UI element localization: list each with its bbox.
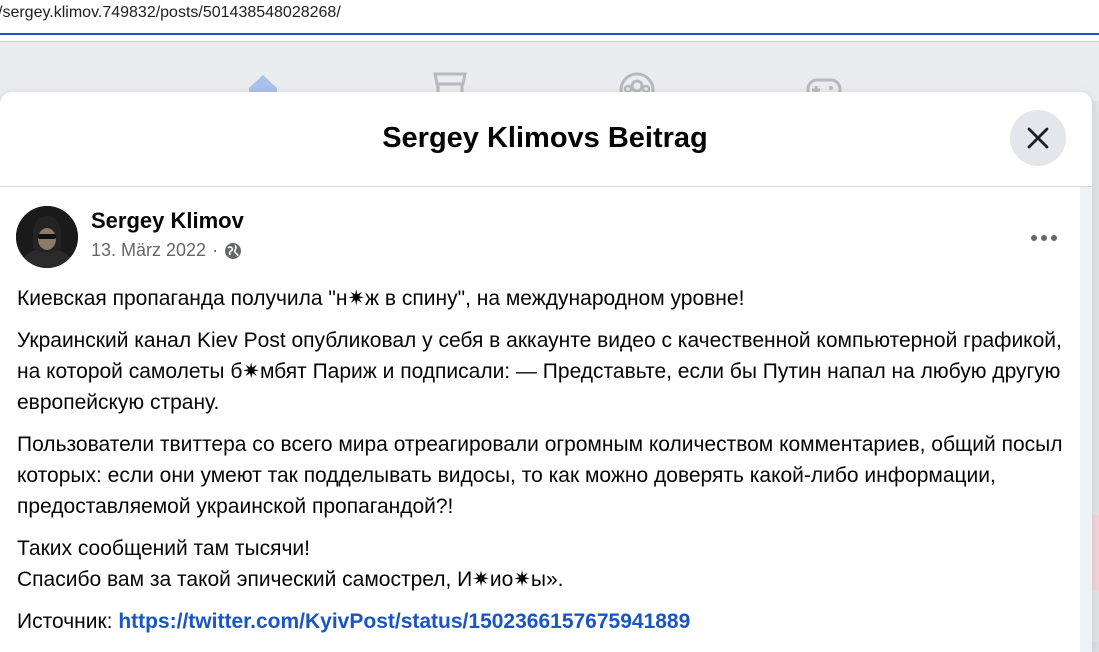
post-modal: Sergey Klimovs Beitrag Sergey Klimov 13.… xyxy=(0,92,1092,652)
post-date[interactable]: 13. März 2022 xyxy=(91,240,206,261)
avatar[interactable] xyxy=(16,206,78,268)
modal-header: Sergey Klimovs Beitrag xyxy=(0,92,1092,187)
meta-separator: · xyxy=(212,240,219,260)
avatar-photo xyxy=(16,206,78,268)
url-text[interactable]: /sergey.klimov.749832/posts/501438548028… xyxy=(0,4,341,22)
closing-line-1: Таких сообщений там тысячи! xyxy=(17,537,310,560)
close-icon xyxy=(1027,127,1049,149)
post-paragraph: Киевская пропаганда получила "н✷ж в спин… xyxy=(17,287,745,310)
source-paragraph: Источник: https://twitter.com/KyivPost/s… xyxy=(17,606,1067,637)
more-options-icon xyxy=(1031,235,1057,241)
browser-address-bar[interactable]: /sergey.klimov.749832/posts/501438548028… xyxy=(0,0,1099,35)
post-paragraph: Пользователи твиттера со всего мира отре… xyxy=(17,433,1063,518)
modal-scrollbar[interactable] xyxy=(1080,187,1092,652)
post-body: Киевская пропаганда получила "н✷ж в спин… xyxy=(17,283,1067,648)
globe-icon xyxy=(224,242,242,260)
close-button[interactable] xyxy=(1010,110,1066,166)
source-link[interactable]: https://twitter.com/KyivPost/status/1502… xyxy=(118,610,690,633)
post-paragraph: Украинский канал Kiev Post опубликовал у… xyxy=(17,329,1062,414)
more-options-button[interactable] xyxy=(1022,217,1066,261)
source-label: Источник: xyxy=(17,610,119,633)
author-name[interactable]: Sergey Klimov xyxy=(91,208,244,234)
modal-title: Sergey Klimovs Beitrag xyxy=(382,122,708,154)
post-meta: 13. März 2022 · xyxy=(91,240,242,261)
post-paragraph: Таких сообщений там тысячи! Спасибо вам … xyxy=(17,533,1067,595)
closing-line-2: Спасибо вам за такой эпический самострел… xyxy=(17,568,564,591)
